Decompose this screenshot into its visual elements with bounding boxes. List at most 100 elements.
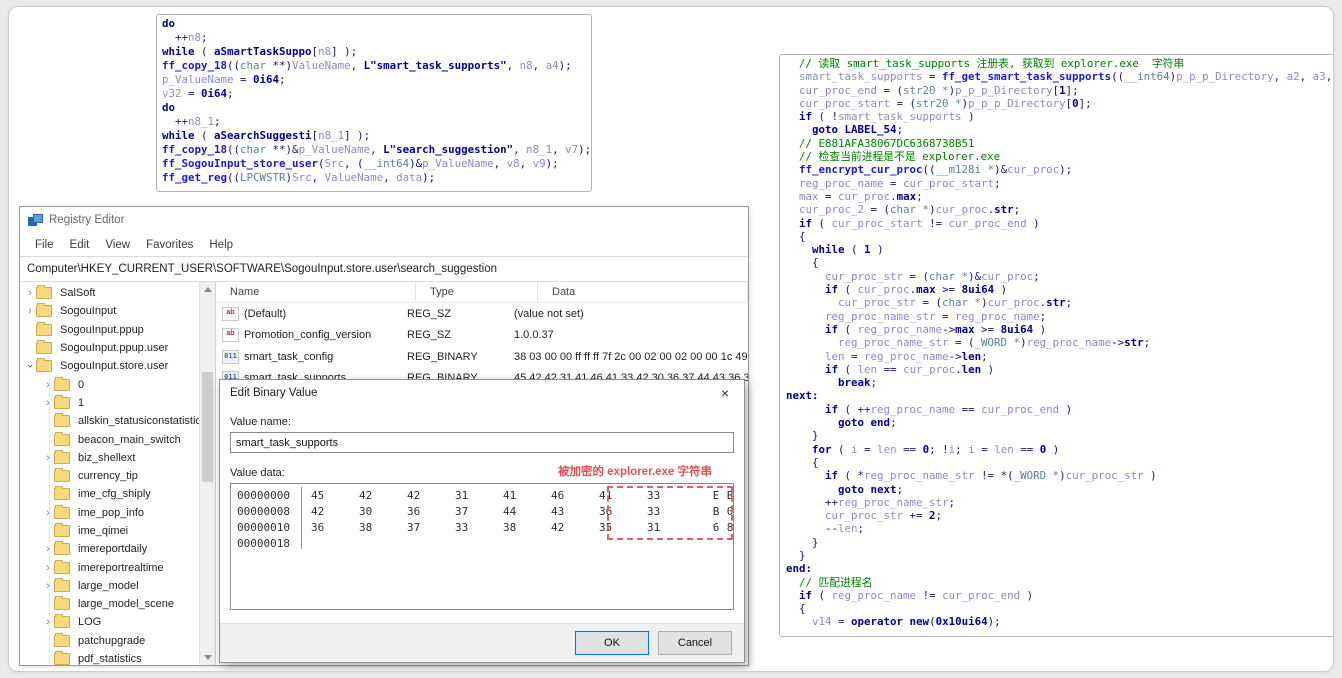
hex-offset: 00000008 xyxy=(237,504,290,518)
scroll-up-icon[interactable] xyxy=(200,282,215,297)
chevron-down-icon[interactable]: › xyxy=(24,360,36,372)
tree-guide-line xyxy=(49,430,50,449)
tree-item-label: patchupgrade xyxy=(78,634,146,647)
code-line: smart_task_supports = ff_get_smart_task_… xyxy=(799,70,1333,84)
code-line: ff_SogouInput_store_user(Src, (__int64)&… xyxy=(162,157,559,170)
hex-byte: 46 xyxy=(551,488,565,502)
code-line: // E881AFA38067DC6368738B51 xyxy=(786,136,975,150)
tree-item-imereportdaily[interactable]: › imereportdaily xyxy=(20,540,199,559)
value-data: (value not set) xyxy=(514,307,584,320)
code-line: // 检查当前进程是不是 explorer.exe xyxy=(786,150,1001,164)
registry-value-row[interactable]: ab Promotion_config_version REG_SZ 1.0.0.37 xyxy=(216,325,748,347)
menu-item-favorites[interactable]: Favorites xyxy=(138,237,201,253)
tree-item-allskin_statusiconstatistics[interactable]: ›allskin_statusiconstatistics xyxy=(20,412,199,431)
folder-icon xyxy=(54,596,70,611)
code-line: ff_get_reg((LPCWSTR)Src, ValueName, data… xyxy=(162,171,436,184)
tree-item-label: SogouInput.store.user xyxy=(60,360,169,373)
column-header-type[interactable]: Type xyxy=(416,282,538,302)
code-line: do xyxy=(162,17,176,30)
tree-item-label: 1 xyxy=(78,396,85,409)
folder-icon xyxy=(54,413,70,428)
chevron-right-icon[interactable]: › xyxy=(42,507,54,518)
code-line: for ( i = len == 0; !i; i = len == 0 ) xyxy=(812,442,1060,456)
chevron-right-icon[interactable]: › xyxy=(42,562,54,573)
code-line: if ( reg_proc_name->max >= 8ui64 ) xyxy=(825,322,1047,336)
column-header-data[interactable]: Data xyxy=(538,282,748,302)
tree-item-sogouinput.ppup[interactable]: ›SogouInput.ppup xyxy=(20,321,199,339)
chevron-right-icon[interactable]: › xyxy=(42,617,54,628)
code-line: { xyxy=(786,256,819,270)
code-line: // 读取 smart_task_supports 注册表, 获取到 explo… xyxy=(786,57,1185,70)
page: do ++n8; while ( aSmartTaskSuppo[n8] ); ff… xyxy=(0,0,1342,678)
folder-icon xyxy=(36,358,52,373)
folder-icon xyxy=(54,394,70,409)
registry-editor-titlebar[interactable]: Registry Editor xyxy=(20,207,748,233)
hex-byte: 30 xyxy=(359,504,373,518)
menu-item-help[interactable]: Help xyxy=(201,237,241,253)
tree-item-ime_pop_info[interactable]: › ime_pop_info xyxy=(20,503,199,522)
address-bar[interactable]: Computer\HKEY_CURRENT_USER\SOFTWARE\Sogo… xyxy=(20,256,748,282)
cancel-button[interactable]: Cancel xyxy=(658,631,732,655)
value-name-field[interactable]: smart_task_supports xyxy=(230,432,734,453)
hex-byte: 41 xyxy=(503,488,517,502)
tree-item-label: ime_cfg_shiply xyxy=(78,488,151,501)
dialog-titlebar[interactable]: Edit Binary Value × xyxy=(220,380,744,406)
chevron-right-icon[interactable]: › xyxy=(42,544,54,555)
hex-byte: 36 xyxy=(311,520,325,534)
chevron-right-icon[interactable]: › xyxy=(42,397,54,408)
chevron-right-icon[interactable]: › xyxy=(24,306,36,317)
tree-item-log[interactable]: › LOG xyxy=(20,613,199,632)
registry-value-row[interactable]: ab (Default) REG_SZ (value not set) xyxy=(216,303,748,325)
tree-item-label: imereportdaily xyxy=(78,543,148,556)
tree-item-imereportrealtime[interactable]: › imereportrealtime xyxy=(20,558,199,577)
encrypted-string-annotation: 被加密的 explorer.exe 字符串 xyxy=(557,466,712,478)
tree-guide-line xyxy=(49,412,50,431)
scroll-down-icon[interactable] xyxy=(200,650,215,665)
tree-scrollbar[interactable] xyxy=(199,282,215,665)
menu-item-edit[interactable]: Edit xyxy=(62,237,98,253)
value-data: 38 03 00 00 ff ff ff 7f 2c 00 02 00 02 0… xyxy=(514,350,748,363)
close-icon[interactable]: × xyxy=(710,382,740,404)
tree-item-pdf_statistics[interactable]: ›pdf_statistics xyxy=(20,649,199,665)
folder-icon xyxy=(54,632,70,647)
folder-icon xyxy=(36,303,52,318)
tree-item-salsoft[interactable]: › SalSoft xyxy=(20,284,199,302)
tree-item-1[interactable]: › 1 xyxy=(20,393,199,413)
code-line: reg_proc_name = cur_proc_start; xyxy=(799,176,1001,190)
tree-guide-line xyxy=(49,466,50,486)
hex-editor[interactable]: 000000004542423141464133EBB1AFA300000008… xyxy=(230,483,734,610)
tree-item-patchupgrade[interactable]: ›patchupgrade xyxy=(20,631,199,650)
tree-item-sogouinput.ppup.user[interactable]: ›SogouInput.ppup.user xyxy=(20,339,199,357)
tree-item-label: SalSoft xyxy=(60,287,96,300)
tree-item-biz_shellext[interactable]: › biz_shellext xyxy=(20,448,199,467)
registry-editor-icon xyxy=(28,213,43,227)
tree-item-ime_qimei[interactable]: ›ime_qimei xyxy=(20,521,199,541)
tree-item-beacon_main_switch[interactable]: ›beacon_main_switch xyxy=(20,430,199,449)
tree-item-currency_tip[interactable]: ›currency_tip xyxy=(20,466,199,486)
folder-icon xyxy=(54,504,70,519)
registry-value-row[interactable]: 011 smart_task_config REG_BINARY 38 03 00 0… xyxy=(216,346,748,368)
folder-icon xyxy=(36,321,52,336)
code-line: v14 = operator new(0x10ui64); xyxy=(812,615,1001,629)
code-line: if ( *reg_proc_name_str != *(_WORD *)cur… xyxy=(825,469,1157,483)
column-header-name[interactable]: Name xyxy=(216,282,416,302)
code-line: end: xyxy=(786,562,813,576)
tree-item-sogouinput.store.user[interactable]: › SogouInput.store.user xyxy=(20,357,199,375)
hex-byte: 45 xyxy=(311,488,325,502)
registry-tree: ›SalSoft›SogouInput›SogouInput.ppup›Sogo… xyxy=(20,282,199,665)
menu-item-view[interactable]: View xyxy=(97,237,138,253)
ok-button[interactable]: OK xyxy=(575,631,649,655)
tree-item-ime_cfg_shiply[interactable]: ›ime_cfg_shiply xyxy=(20,485,199,504)
chevron-right-icon[interactable]: › xyxy=(42,452,54,463)
dialog-body: Value name: smart_task_supports Value da… xyxy=(220,406,744,610)
tree-item-0[interactable]: › 0 xyxy=(20,375,199,394)
value-name-label: Value name: xyxy=(230,416,291,428)
menu-item-file[interactable]: File xyxy=(27,237,62,253)
tree-item-large_model_scene[interactable]: ›large_model_scene xyxy=(20,595,199,614)
chevron-right-icon[interactable]: › xyxy=(42,379,54,390)
chevron-right-icon[interactable]: › xyxy=(24,288,36,299)
chevron-right-icon[interactable]: › xyxy=(42,580,54,591)
scrollbar-thumb[interactable] xyxy=(202,372,213,482)
tree-item-sogouinput[interactable]: › SogouInput xyxy=(20,302,199,320)
tree-item-large_model[interactable]: › large_model xyxy=(20,576,199,596)
